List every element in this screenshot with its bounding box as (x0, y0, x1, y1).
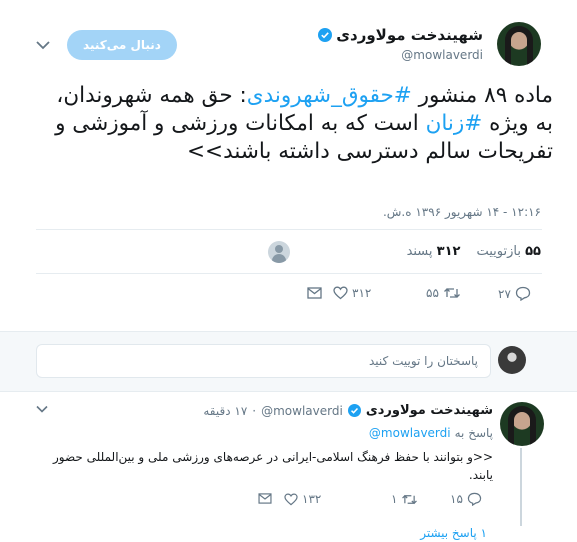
divider (36, 229, 542, 230)
reply-count: ۲۷ (498, 286, 511, 301)
like-action[interactable]: ۱۳۲ (284, 492, 321, 506)
user-handle[interactable]: @mowlaverdi (401, 48, 483, 62)
dm-action[interactable] (258, 493, 272, 504)
like-count: ۳۱۲ (352, 286, 372, 300)
retweet-count: ۱ (391, 492, 398, 506)
divider (36, 273, 542, 274)
heart-icon (284, 493, 298, 506)
thread-line (520, 448, 522, 526)
likes-stat[interactable]: ۳۱۲ پسند (407, 244, 461, 259)
dot-separator: · (252, 403, 257, 418)
reply-icon (515, 286, 531, 301)
dm-action[interactable] (307, 287, 322, 299)
envelope-icon (307, 287, 322, 299)
chevron-down-icon[interactable] (36, 405, 48, 413)
retweets-label: بازتوییت (476, 244, 521, 259)
display-name[interactable]: شهیندخت مولاوردی (318, 26, 483, 44)
avatar-hijab (505, 26, 533, 66)
retweets-stat[interactable]: ۵۵ بازتوییت (476, 244, 541, 259)
verified-badge-icon (347, 404, 361, 417)
liker-avatar[interactable] (268, 241, 290, 263)
divider (0, 331, 577, 332)
more-replies-link[interactable]: ۱ پاسخ بیشتر (420, 526, 487, 540)
verified-badge-icon (318, 28, 333, 42)
tweet-text-part: ماده ۸۹ منشور (411, 83, 553, 108)
avatar[interactable] (497, 22, 541, 66)
likes-label: پسند (406, 244, 433, 259)
reply-time[interactable]: ۱۷ دقیقه (203, 404, 247, 418)
likes-count: ۳۱۲ (436, 244, 461, 259)
display-name-text[interactable]: شهیندخت مولاوردی (336, 26, 483, 44)
replying-to: پاسخ به @mowlaverdi (369, 426, 493, 440)
current-user-avatar[interactable] (498, 346, 526, 374)
retweet-icon (443, 286, 461, 300)
like-action[interactable]: ۳۱۲ (333, 286, 371, 300)
heart-icon (333, 286, 348, 300)
reply-action[interactable]: ۱۵ (450, 492, 482, 506)
reply-text: <<و بتوانند با حفظ فرهنگ اسلامی-ایرانی د… (53, 450, 493, 482)
retweet-icon (401, 493, 418, 506)
reply-count: ۱۵ (450, 492, 463, 506)
like-count: ۱۳۲ (302, 492, 322, 506)
chevron-down-icon[interactable] (36, 40, 50, 50)
replying-to-label: پاسخ به (454, 426, 493, 440)
hashtag-link[interactable]: #حقوق_شهروندی (247, 83, 412, 108)
retweet-action[interactable]: ۱ (391, 492, 418, 506)
reply-display-name[interactable]: شهیندخت مولاوردی (366, 403, 493, 418)
following-button[interactable]: دنبال می‌کنید (67, 30, 177, 60)
tweet-timestamp[interactable]: ۱۲:۱۶ - ۱۴ شهریور ۱۳۹۶ ه.ش. (383, 205, 541, 219)
divider (0, 391, 577, 392)
retweets-count: ۵۵ (525, 244, 541, 259)
reply-action[interactable]: ۲۷ (498, 286, 531, 301)
reply-icon (467, 492, 482, 506)
tweet-text: ماده ۸۹ منشور #حقوق_شهروندی: حق همه شهرو… (36, 82, 553, 166)
reply-input[interactable]: پاسختان را توییت کنید (36, 344, 491, 378)
reply-avatar[interactable] (500, 402, 544, 446)
replying-to-handle[interactable]: @mowlaverdi (369, 426, 451, 440)
retweet-action[interactable]: ۵۵ (426, 286, 461, 300)
envelope-icon (258, 493, 272, 504)
hashtag-link[interactable]: #زنان (426, 111, 483, 136)
reply-handle[interactable]: @mowlaverdi (261, 404, 343, 418)
avatar-hijab (508, 406, 536, 446)
liker-avatar-head (275, 245, 283, 253)
stats-row: ۵۵ بازتوییت ۳۱۲ پسند (407, 244, 541, 259)
liker-avatar-body (272, 254, 286, 263)
reply-header: شهیندخت مولاوردی @mowlaverdi · ۱۷ دقیقه (203, 403, 493, 418)
retweet-count: ۵۵ (426, 286, 439, 300)
